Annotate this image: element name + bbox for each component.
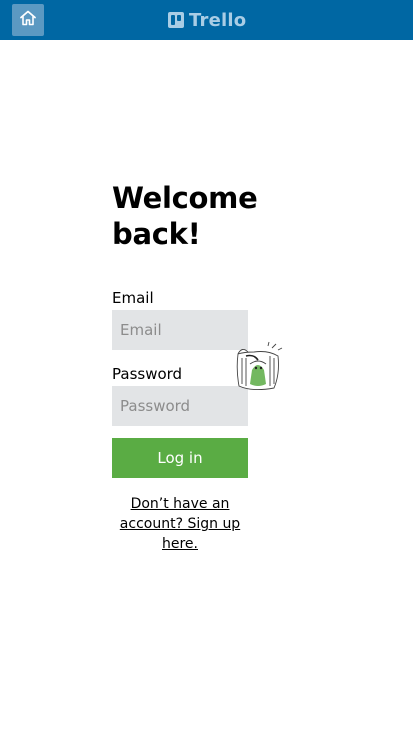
email-field[interactable]	[112, 310, 248, 350]
password-field[interactable]	[112, 386, 248, 426]
password-label: Password	[112, 365, 183, 383]
email-label: Email	[112, 289, 154, 307]
taco-illustration	[232, 340, 286, 396]
login-form: Welcome back! Email Password Log in Don’…	[112, 180, 258, 552]
trello-board-icon	[168, 12, 184, 28]
login-button[interactable]: Log in	[112, 438, 248, 478]
top-bar: Trello	[0, 0, 413, 40]
logo-text: Trello	[189, 9, 247, 31]
page-title: Welcome back!	[112, 181, 258, 251]
trello-logo[interactable]: Trello	[168, 9, 246, 31]
signup-link[interactable]: Don’t have an account? Sign up here.	[112, 494, 248, 554]
home-icon	[19, 9, 37, 31]
home-button[interactable]	[12, 4, 44, 36]
